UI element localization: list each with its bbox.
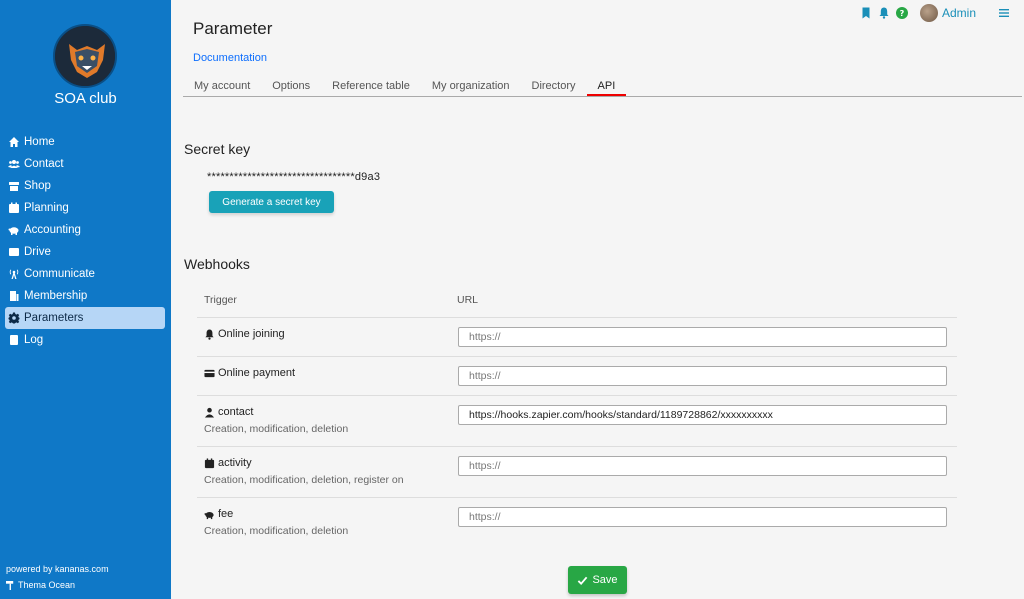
users-icon [8, 160, 20, 168]
sidebar-item-label: Shop [24, 180, 51, 192]
trigger-description: Creation, modification, deletion [204, 525, 349, 537]
secret-key-heading: Secret key [184, 141, 251, 157]
sidebar-item-accounting[interactable]: Accounting [5, 219, 165, 241]
url-input-online-joining[interactable] [458, 327, 947, 347]
page-title: Parameter [193, 19, 273, 38]
tab-directory[interactable]: Directory [521, 77, 587, 96]
trigger-label: contact [218, 406, 254, 418]
trigger-label: Online payment [218, 367, 296, 379]
powered-by[interactable]: powered by kananas.com [6, 564, 109, 574]
bell-icon [205, 328, 214, 340]
url-input-activity[interactable] [458, 456, 947, 476]
sidebar-item-parameters[interactable]: Parameters [5, 307, 165, 329]
generate-secret-key-button[interactable]: Generate a secret key [209, 191, 334, 213]
tab-bar: My account Options Reference table My or… [183, 77, 1022, 97]
col-trigger: Trigger [204, 294, 237, 306]
tab-api[interactable]: API [586, 77, 627, 96]
url-input-contact[interactable] [458, 405, 947, 425]
sidebar-item-planning[interactable]: Planning [5, 197, 165, 219]
bell-icon[interactable] [878, 7, 890, 19]
table-row: contact Creation, modification, deletion [197, 396, 957, 447]
svg-text:?: ? [900, 9, 905, 18]
tab-my-account[interactable]: My account [183, 77, 261, 96]
club-logo[interactable] [53, 24, 117, 88]
book-icon [10, 335, 18, 345]
sidebar-item-label: Drive [24, 246, 51, 258]
hamburger-menu-icon[interactable] [998, 7, 1010, 19]
sidebar-item-label: Home [24, 136, 55, 148]
sidebar-item-shop[interactable]: Shop [5, 175, 165, 197]
table-row: Online joining [197, 318, 957, 357]
help-icon[interactable]: ? [895, 7, 908, 19]
url-input-online-payment[interactable] [458, 366, 947, 386]
sidebar-nav: Home Contact Shop Planning Accounting Dr… [5, 131, 165, 351]
sidebar-item-log[interactable]: Log [5, 329, 165, 351]
sidebar-item-label: Accounting [24, 224, 81, 236]
sidebar-item-label: Parameters [24, 312, 84, 324]
theme-selector[interactable]: Thema Ocean [6, 580, 75, 590]
sidebar-item-home[interactable]: Home [5, 131, 165, 153]
sidebar-item-label: Communicate [24, 268, 95, 280]
calendar-icon [204, 457, 215, 468]
trigger-label: activity [218, 457, 252, 469]
trigger-description: Creation, modification, deletion, regist… [204, 474, 404, 486]
brand-name: SOA club [54, 90, 117, 107]
tab-options[interactable]: Options [261, 77, 321, 96]
sidebar: SOA club Home Contact Shop Planning Acco… [0, 0, 171, 599]
paint-roller-icon [6, 580, 14, 590]
avatar[interactable] [919, 4, 938, 22]
sidebar-item-label: Membership [24, 290, 88, 302]
save-label: Save [592, 574, 618, 586]
table-row: Online payment [197, 357, 957, 396]
check-icon [578, 576, 588, 585]
webhooks-table: Trigger URL Online joining Online paymen… [197, 286, 957, 549]
save-button[interactable]: Save [568, 566, 627, 594]
store-icon [9, 182, 19, 191]
piggy-bank-icon [204, 511, 214, 519]
topbar: ? Admin [854, 4, 1010, 22]
secret-key-value: *********************************d9a3 [207, 171, 381, 183]
sidebar-item-membership[interactable]: Membership [5, 285, 165, 307]
broadcast-icon [9, 269, 19, 279]
col-url: URL [457, 294, 479, 306]
calendar-icon [9, 202, 19, 213]
sidebar-item-label: Planning [24, 202, 69, 214]
tab-reference-table[interactable]: Reference table [321, 77, 421, 96]
sidebar-item-label: Contact [24, 158, 64, 170]
table-row: activity Creation, modification, deletio… [197, 447, 957, 498]
user-icon [204, 407, 215, 418]
table-header: Trigger URL [197, 286, 957, 318]
bookmark-icon[interactable] [860, 7, 872, 19]
trigger-description: Creation, modification, deletion [204, 423, 349, 435]
trigger-label: fee [218, 508, 234, 520]
tab-my-organization[interactable]: My organization [421, 77, 521, 96]
home-icon [9, 137, 19, 147]
webhooks-heading: Webhooks [184, 256, 250, 272]
theme-label: Thema Ocean [18, 580, 76, 590]
piggy-bank-icon [8, 227, 19, 235]
trigger-label: Online joining [218, 328, 285, 340]
hdd-icon [9, 248, 19, 256]
sidebar-item-communicate[interactable]: Communicate [5, 263, 165, 285]
table-row: fee Creation, modification, deletion [197, 498, 957, 549]
gear-icon [8, 312, 20, 324]
credit-card-icon [204, 369, 215, 377]
sidebar-item-label: Log [24, 334, 44, 346]
user-name[interactable]: Admin [942, 6, 976, 20]
documentation-link[interactable]: Documentation [193, 52, 267, 64]
sidebar-item-drive[interactable]: Drive [5, 241, 165, 263]
id-card-icon [10, 291, 19, 301]
sidebar-item-contact[interactable]: Contact [5, 153, 165, 175]
url-input-fee[interactable] [458, 507, 947, 527]
